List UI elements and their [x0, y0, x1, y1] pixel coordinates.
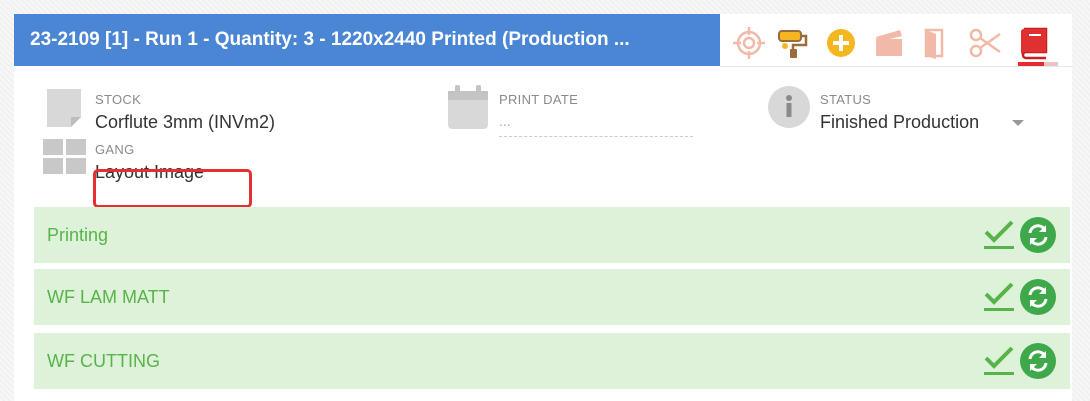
run-title[interactable]: 23-2109 [1] - Run 1 - Quantity: 3 - 1220…: [14, 14, 720, 66]
status-select[interactable]: Finished Production: [820, 112, 979, 133]
print-date-label: PRINT DATE: [499, 92, 579, 107]
add-circle-icon[interactable]: [824, 26, 858, 60]
stage-label: Printing: [47, 224, 109, 245]
print-date-input[interactable]: ...: [499, 113, 693, 137]
paint-roller-icon[interactable]: [776, 26, 810, 60]
stage-row: WF CUTTING: [34, 333, 1070, 389]
gang-label: GANG: [95, 142, 135, 157]
stock-value[interactable]: Corflute 3mm (INVm2): [95, 112, 275, 133]
grid-icon: [43, 139, 87, 180]
stock-icon: [45, 87, 85, 134]
status-label: STATUS: [820, 92, 872, 107]
check-icon[interactable]: [982, 344, 1016, 378]
info-icon: [768, 86, 810, 133]
stage-row: WF LAM MATT: [34, 269, 1070, 325]
refresh-icon[interactable]: [1020, 343, 1056, 379]
book-icon[interactable]: [1016, 26, 1050, 60]
divider: [720, 66, 1072, 67]
refresh-icon[interactable]: [1020, 279, 1056, 315]
check-icon[interactable]: [982, 218, 1016, 252]
clapperboard-icon[interactable]: [872, 26, 906, 60]
target-icon[interactable]: [732, 26, 766, 60]
stage-label: WF CUTTING: [47, 350, 160, 371]
stock-label: STOCK: [95, 92, 142, 107]
check-icon[interactable]: [982, 280, 1016, 314]
stage-label: WF LAM MATT: [47, 286, 170, 307]
scissors-icon[interactable]: [968, 26, 1002, 60]
book-open-icon[interactable]: [920, 26, 954, 60]
refresh-icon[interactable]: [1020, 217, 1056, 253]
highlight-box: [93, 169, 252, 208]
calendar-icon: [448, 85, 488, 134]
chevron-down-icon[interactable]: [1012, 120, 1024, 126]
stage-row: Printing: [34, 207, 1070, 263]
